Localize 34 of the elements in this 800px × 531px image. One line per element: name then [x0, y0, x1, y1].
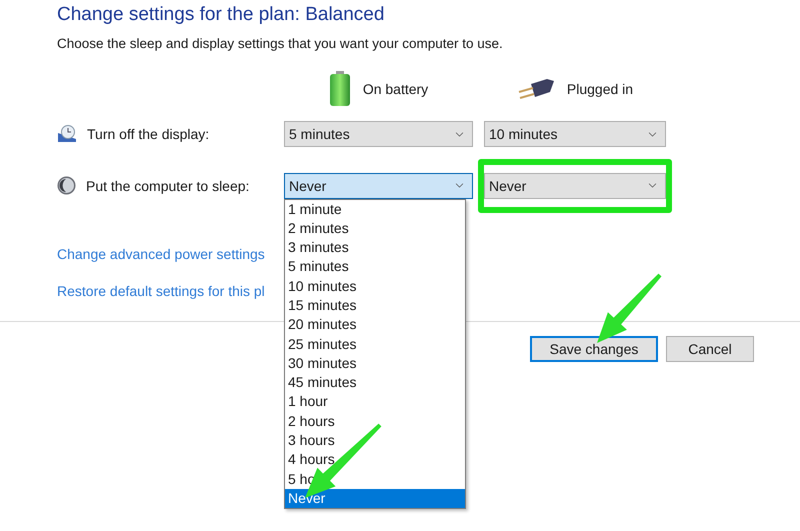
dropdown-option[interactable]: 3 hours — [285, 431, 465, 450]
dropdown-option[interactable]: 15 minutes — [285, 296, 465, 316]
moon-icon — [57, 176, 76, 195]
dropdown-option[interactable]: 20 minutes — [285, 315, 465, 335]
dropdown-option[interactable]: 2 minutes — [285, 218, 465, 238]
plug-icon — [516, 78, 555, 100]
dropdown-option[interactable]: 1 hour — [285, 392, 465, 412]
dropdown-option[interactable]: 30 minutes — [285, 354, 465, 374]
setting-label: Turn off the display: — [87, 126, 210, 142]
dropdown-select[interactable]: 10 minutes — [484, 121, 666, 147]
dropdown-option[interactable]: 45 minutes — [285, 373, 465, 392]
column-label: Plugged in — [566, 81, 634, 97]
column-label: On battery — [362, 81, 428, 97]
battery-icon — [328, 71, 351, 107]
dropdown-select[interactable]: Never — [484, 172, 666, 198]
dropdown-option[interactable]: 10 minutes — [285, 276, 465, 296]
dropdown-option[interactable]: Never — [285, 488, 465, 508]
dropdown-option[interactable]: 4 hours — [285, 450, 465, 470]
dropdown-option[interactable]: 25 minutes — [285, 334, 465, 354]
settings-link[interactable]: Restore default settings for this pl — [57, 282, 265, 301]
dialog-button[interactable]: Cancel — [666, 336, 754, 362]
dialog-button[interactable]: Save changes — [530, 336, 658, 362]
clock-monitor-icon — [57, 125, 77, 143]
dropdown-option[interactable]: 2 hours — [285, 412, 465, 432]
dropdown-option[interactable]: 1 minute — [285, 200, 465, 219]
dropdown-select[interactable]: Never — [284, 172, 473, 198]
setting-label: Put the computer to sleep: — [86, 178, 250, 194]
page-description: Choose the sleep and display settings that you want your computer to use. — [57, 35, 504, 53]
dropdown-option[interactable]: 5 minutes — [285, 257, 465, 277]
pointer-arrow — [597, 274, 662, 343]
dropdown-select[interactable]: 5 minutes — [284, 121, 473, 147]
dropdown-option[interactable]: 3 minutes — [285, 238, 465, 258]
page-title: Change settings for the plan: Balanced — [57, 3, 386, 27]
settings-link[interactable]: Change advanced power settings — [57, 245, 265, 264]
